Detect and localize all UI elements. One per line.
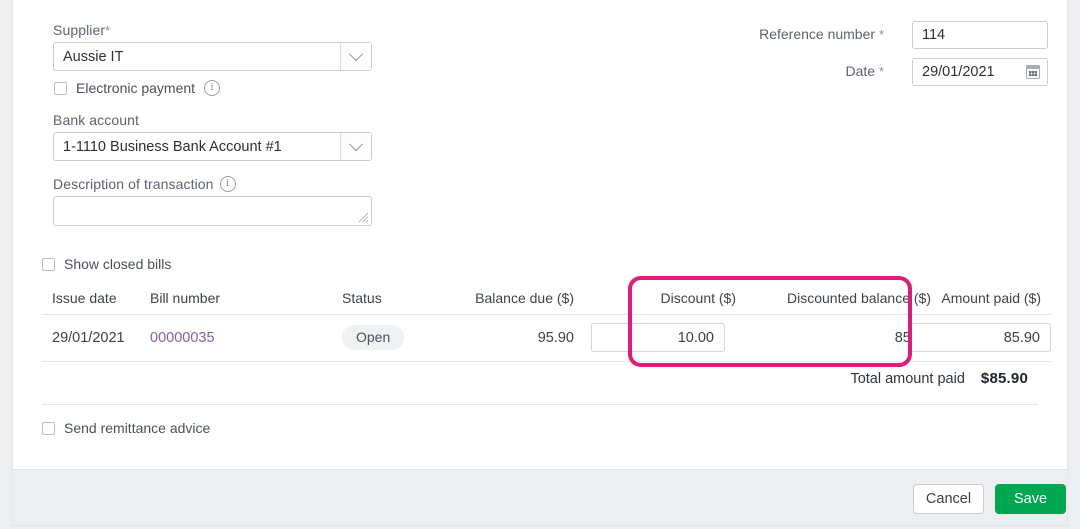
show-closed-bills-checkbox[interactable] [42, 257, 55, 271]
chevron-down-icon[interactable] [340, 43, 371, 70]
resize-grip-icon[interactable] [358, 212, 369, 223]
payment-form-card: Supplier* Aussie IT Electronic payment B… [12, 0, 1068, 470]
cancel-button[interactable]: Cancel [913, 484, 984, 514]
description-label: Description of transaction [53, 176, 236, 192]
cell-status: Open [342, 325, 405, 350]
reference-number-label: Reference number * [759, 26, 884, 42]
description-textarea[interactable] [53, 196, 372, 226]
status-badge: Open [342, 325, 405, 350]
supplier-select[interactable]: Aussie IT [53, 42, 372, 71]
supplier-select-value: Aussie IT [63, 48, 124, 65]
date-label-text: Date [845, 63, 876, 79]
save-button[interactable]: Save [995, 484, 1066, 514]
bank-account-select-value: 1-1110 Business Bank Account #1 [63, 138, 282, 155]
column-header-discount: Discount ($) [660, 290, 736, 306]
table-row: 29/01/2021 00000035 Open 95.90 10.00 85.… [42, 315, 1051, 362]
column-header-balance-due: Balance due ($) [475, 290, 574, 306]
chevron-down-icon[interactable] [340, 133, 371, 160]
reference-number-required-mark: * [878, 27, 884, 42]
section-divider [42, 404, 1038, 405]
electronic-payment-label: Electronic payment [76, 80, 196, 96]
calendar-icon[interactable] [1026, 65, 1040, 79]
supplier-required-mark: * [105, 23, 111, 38]
form-footer [12, 470, 1068, 526]
show-closed-bills-checkbox-row[interactable]: Show closed bills [42, 256, 171, 272]
bank-account-label: Bank account [53, 112, 140, 128]
send-remittance-checkbox[interactable] [42, 421, 55, 435]
info-icon[interactable] [219, 176, 236, 192]
reference-number-value: 114 [922, 27, 946, 43]
cell-bill-number-link[interactable]: 00000035 [150, 330, 215, 346]
column-header-discounted-balance: Discounted balance ($) [787, 290, 931, 306]
send-remittance-checkbox-row[interactable]: Send remittance advice [42, 420, 210, 436]
bills-table: Issue date Bill number Status Balance du… [42, 284, 1051, 362]
send-remittance-label: Send remittance advice [64, 420, 211, 436]
bank-account-select[interactable]: 1-1110 Business Bank Account #1 [53, 132, 372, 161]
date-required-mark: * [878, 64, 884, 79]
description-label-text: Description of transaction [53, 176, 214, 192]
amount-paid-input[interactable]: 85.90 [911, 323, 1051, 352]
bill-payment-screen: Supplier* Aussie IT Electronic payment B… [0, 0, 1080, 529]
show-closed-bills-label: Show closed bills [64, 256, 172, 272]
reference-number-label-text: Reference number [759, 26, 876, 42]
electronic-payment-checkbox[interactable] [54, 81, 67, 95]
supplier-label: Supplier* [53, 22, 110, 38]
electronic-payment-checkbox-row[interactable]: Electronic payment [54, 80, 221, 96]
discount-input[interactable]: 10.00 [591, 323, 725, 352]
table-header-row: Issue date Bill number Status Balance du… [42, 284, 1051, 315]
date-value: 29/01/2021 [922, 64, 995, 80]
column-header-amount-paid: Amount paid ($) [941, 290, 1041, 306]
info-icon[interactable] [204, 80, 221, 96]
cell-balance-due: 95.90 [537, 330, 574, 346]
date-input[interactable]: 29/01/2021 [912, 58, 1048, 86]
column-header-status: Status [342, 290, 382, 306]
total-amount-paid-row: Total amount paid $85.90 [850, 370, 1028, 387]
column-header-issue-date: Issue date [52, 290, 117, 306]
date-label: Date * [845, 63, 884, 79]
supplier-label-text: Supplier [53, 22, 106, 38]
total-amount-paid-label: Total amount paid [850, 371, 965, 387]
cell-issue-date: 29/01/2021 [52, 330, 125, 346]
column-header-bill-number: Bill number [150, 290, 221, 306]
reference-number-input[interactable]: 114 [912, 21, 1048, 49]
total-amount-paid-value: $85.90 [980, 370, 1028, 387]
